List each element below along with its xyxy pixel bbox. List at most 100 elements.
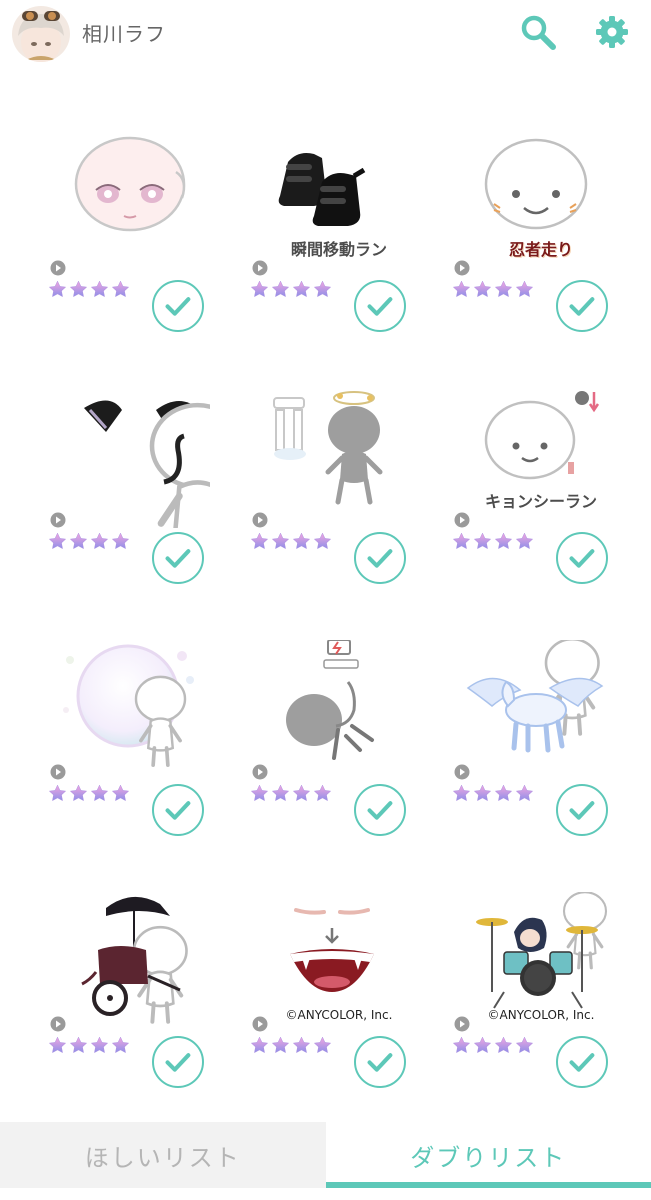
check-icon bbox=[154, 786, 201, 833]
star-icon bbox=[473, 784, 492, 803]
item-thumbnail-charging bbox=[262, 639, 412, 780]
star-icon bbox=[515, 784, 534, 803]
gear-icon[interactable] bbox=[592, 12, 632, 52]
star-icon bbox=[313, 532, 332, 551]
item-card[interactable] bbox=[446, 624, 636, 854]
check-button[interactable] bbox=[354, 784, 406, 836]
item-thumbnail-face bbox=[60, 136, 210, 276]
search-icon[interactable] bbox=[518, 12, 558, 52]
item-thumbnail-chair-figure bbox=[262, 388, 412, 528]
check-icon bbox=[558, 786, 605, 833]
item-thumbnail-cat-ears bbox=[60, 388, 210, 528]
check-button[interactable] bbox=[556, 1036, 608, 1088]
star-icon bbox=[90, 280, 109, 299]
check-button[interactable] bbox=[354, 1036, 406, 1088]
check-icon bbox=[558, 282, 605, 329]
star-icon bbox=[111, 1036, 130, 1055]
star-icon bbox=[473, 280, 492, 299]
check-icon bbox=[154, 1038, 201, 1085]
check-icon bbox=[356, 786, 403, 833]
item-caption: ©ANYCOLOR, Inc. bbox=[285, 1008, 393, 1022]
play-icon[interactable] bbox=[50, 512, 66, 528]
check-icon bbox=[558, 1038, 605, 1085]
star-icon bbox=[452, 532, 471, 551]
item-card[interactable]: キョンシーラン bbox=[446, 372, 636, 602]
play-icon[interactable] bbox=[252, 260, 268, 276]
item-card[interactable] bbox=[42, 372, 232, 602]
star-icon bbox=[48, 1036, 67, 1055]
star-icon bbox=[515, 280, 534, 299]
check-icon bbox=[356, 1038, 403, 1085]
play-icon[interactable] bbox=[454, 512, 470, 528]
check-button[interactable] bbox=[354, 280, 406, 332]
item-caption: 忍者走り bbox=[508, 240, 573, 259]
play-icon[interactable] bbox=[252, 764, 268, 780]
star-icon bbox=[292, 532, 311, 551]
star-icon bbox=[69, 532, 88, 551]
star-icon bbox=[494, 532, 513, 551]
play-icon[interactable] bbox=[252, 1016, 268, 1032]
check-icon bbox=[154, 282, 201, 329]
star-icon bbox=[271, 1036, 290, 1055]
item-thumbnail-pegasus bbox=[464, 640, 614, 780]
rarity-stars bbox=[452, 1036, 534, 1055]
avatar[interactable] bbox=[12, 6, 70, 62]
star-icon bbox=[313, 280, 332, 299]
tab-duplicates[interactable]: ダブりリスト bbox=[325, 1122, 651, 1188]
star-icon bbox=[250, 784, 269, 803]
check-button[interactable] bbox=[152, 280, 204, 332]
item-card[interactable] bbox=[42, 876, 232, 1106]
item-card[interactable] bbox=[42, 624, 232, 854]
play-icon[interactable] bbox=[50, 764, 66, 780]
star-icon bbox=[473, 532, 492, 551]
check-icon bbox=[356, 282, 403, 329]
item-card[interactable]: ©ANYCOLOR, Inc. bbox=[244, 876, 434, 1106]
rarity-stars bbox=[250, 532, 332, 551]
check-button[interactable] bbox=[152, 1036, 204, 1088]
check-icon bbox=[356, 534, 403, 581]
check-button[interactable] bbox=[354, 532, 406, 584]
star-icon bbox=[69, 280, 88, 299]
rarity-stars bbox=[48, 784, 130, 803]
star-icon bbox=[313, 1036, 332, 1055]
rarity-stars bbox=[250, 1036, 332, 1055]
check-button[interactable] bbox=[556, 280, 608, 332]
check-button[interactable] bbox=[556, 532, 608, 584]
star-icon bbox=[69, 1036, 88, 1055]
star-icon bbox=[494, 784, 513, 803]
check-button[interactable] bbox=[152, 532, 204, 584]
play-icon[interactable] bbox=[454, 260, 470, 276]
item-thumbnail-bubble bbox=[60, 640, 210, 780]
star-icon bbox=[292, 784, 311, 803]
rarity-stars bbox=[452, 784, 534, 803]
item-caption: 瞬間移動ラン bbox=[290, 240, 387, 259]
play-icon[interactable] bbox=[252, 512, 268, 528]
star-icon bbox=[48, 280, 67, 299]
star-icon bbox=[90, 1036, 109, 1055]
star-icon bbox=[515, 532, 534, 551]
check-button[interactable] bbox=[556, 784, 608, 836]
play-icon[interactable] bbox=[50, 1016, 66, 1032]
play-icon[interactable] bbox=[50, 260, 66, 276]
star-icon bbox=[48, 784, 67, 803]
play-icon[interactable] bbox=[454, 1016, 470, 1032]
item-card[interactable] bbox=[244, 624, 434, 854]
check-icon bbox=[154, 534, 201, 581]
rarity-stars bbox=[48, 280, 130, 299]
check-button[interactable] bbox=[152, 784, 204, 836]
tab-wishlist[interactable]: ほしいリスト bbox=[0, 1122, 326, 1188]
star-icon bbox=[90, 784, 109, 803]
star-icon bbox=[111, 532, 130, 551]
bottom-tab-bar: ほしいリスト ダブりリスト bbox=[0, 1122, 651, 1188]
item-card[interactable]: ©ANYCOLOR, Inc. bbox=[446, 876, 636, 1106]
rarity-stars bbox=[452, 280, 534, 299]
rarity-stars bbox=[452, 532, 534, 551]
item-card[interactable] bbox=[42, 120, 232, 350]
item-card[interactable]: 忍者走り bbox=[446, 120, 636, 350]
play-icon[interactable] bbox=[454, 764, 470, 780]
rarity-stars bbox=[250, 280, 332, 299]
star-icon bbox=[313, 784, 332, 803]
item-card[interactable] bbox=[244, 372, 434, 602]
item-card[interactable]: 瞬間移動ラン bbox=[244, 120, 434, 350]
star-icon bbox=[452, 280, 471, 299]
